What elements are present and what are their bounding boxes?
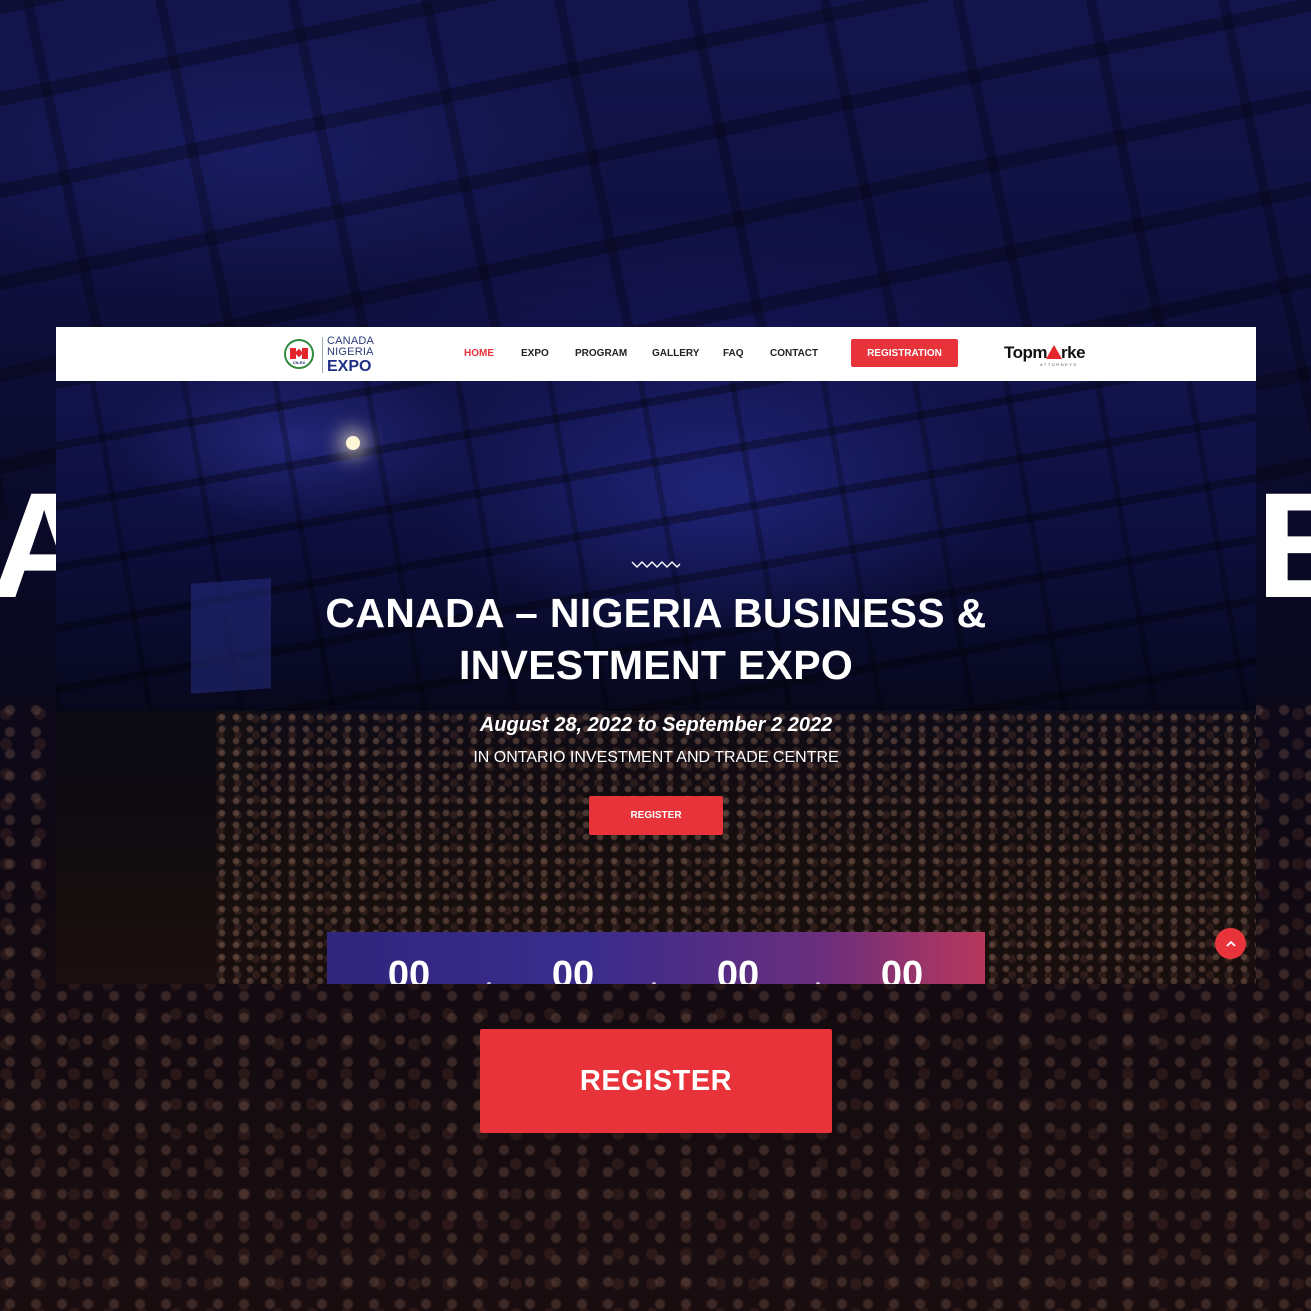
wave-divider-icon <box>631 561 681 568</box>
countdown-minutes: 00 <box>716 954 760 984</box>
countdown-timer: 00 00 00 00 <box>327 932 985 984</box>
registration-button[interactable]: REGISTRATION <box>851 339 958 367</box>
hero-title-line-2: INVESTMENT EXPO <box>458 642 854 688</box>
logo-text: CANADA NIGERIA EXPO <box>327 336 374 375</box>
logo-divider <box>322 337 323 373</box>
partner-triangle-icon <box>1046 345 1063 359</box>
background-letter-right: E <box>1256 461 1311 629</box>
hero-section: CANADA – NIGERIA BUSINESS & INVESTMENT E… <box>56 381 1256 984</box>
event-venue: IN ONTARIO INVESTMENT AND TRADE CENTRE <box>473 749 839 766</box>
partner-name-part2: rke <box>1061 343 1086 362</box>
hero-title-line-1: CANADA – NIGERIA BUSINESS & <box>325 590 987 636</box>
partner-logo[interactable]: Topm rke ATTORNEYS <box>1004 343 1086 367</box>
navbar: CN-EX CANADA NIGERIA EXPO HOME EXPO PROG… <box>56 327 1256 381</box>
partner-subtitle: ATTORNEYS <box>1040 362 1078 367</box>
nav-gallery[interactable]: GALLERY <box>652 348 699 359</box>
nav-contact[interactable]: CONTACT <box>770 348 818 359</box>
nav-home[interactable]: HOME <box>464 348 494 359</box>
logo-line-3: EXPO <box>327 358 372 375</box>
logo-emblem-text: CN-EX <box>292 360 306 365</box>
nav-program[interactable]: PROGRAM <box>575 348 627 359</box>
countdown-separator <box>487 982 491 984</box>
countdown-days: 00 <box>387 954 431 984</box>
nav-expo[interactable]: EXPO <box>521 348 549 359</box>
logo-line-2: NIGERIA <box>327 346 374 358</box>
countdown-separator <box>652 982 656 984</box>
hero-register-button[interactable]: REGISTER <box>589 796 723 835</box>
countdown-separator <box>816 982 820 984</box>
countdown-hours: 00 <box>551 954 595 984</box>
back-to-top-button[interactable] <box>1215 928 1246 959</box>
countdown-seconds: 00 <box>880 954 924 984</box>
partner-name-part1: Topm <box>1004 343 1048 362</box>
big-register-button[interactable]: REGISTER <box>480 1029 832 1133</box>
spotlight <box>346 436 360 450</box>
logo-emblem-icon: CN-EX <box>284 339 314 369</box>
hero-title: CANADA – NIGERIA BUSINESS & INVESTMENT E… <box>156 587 1156 691</box>
event-date: August 28, 2022 to September 2 2022 <box>479 714 833 736</box>
nav-faq[interactable]: FAQ <box>723 348 744 359</box>
site-logo[interactable]: CN-EX CANADA NIGERIA EXPO <box>284 333 379 375</box>
chevron-up-icon <box>1225 940 1236 947</box>
website-preview: CN-EX CANADA NIGERIA EXPO HOME EXPO PROG… <box>56 327 1256 984</box>
